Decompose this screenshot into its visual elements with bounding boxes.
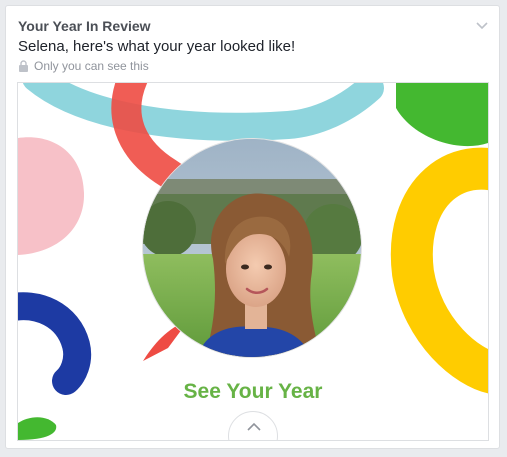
chevron-down-icon[interactable] bbox=[475, 18, 489, 32]
profile-photo[interactable] bbox=[142, 138, 362, 358]
see-your-year-link[interactable]: See Your Year bbox=[18, 379, 488, 405]
post-title: Your Year In Review bbox=[18, 18, 151, 34]
profile-photo-image bbox=[143, 139, 361, 357]
year-review-post-card: Your Year In Review Selena, here's what … bbox=[5, 5, 500, 449]
chevron-up-icon bbox=[247, 422, 261, 431]
post-subtitle: Selena, here's what your year looked lik… bbox=[18, 38, 296, 55]
privacy-note: Only you can see this bbox=[18, 59, 149, 73]
year-review-artwork[interactable]: See Your Year bbox=[17, 82, 489, 441]
lock-icon bbox=[19, 60, 28, 72]
privacy-label: Only you can see this bbox=[34, 59, 149, 73]
